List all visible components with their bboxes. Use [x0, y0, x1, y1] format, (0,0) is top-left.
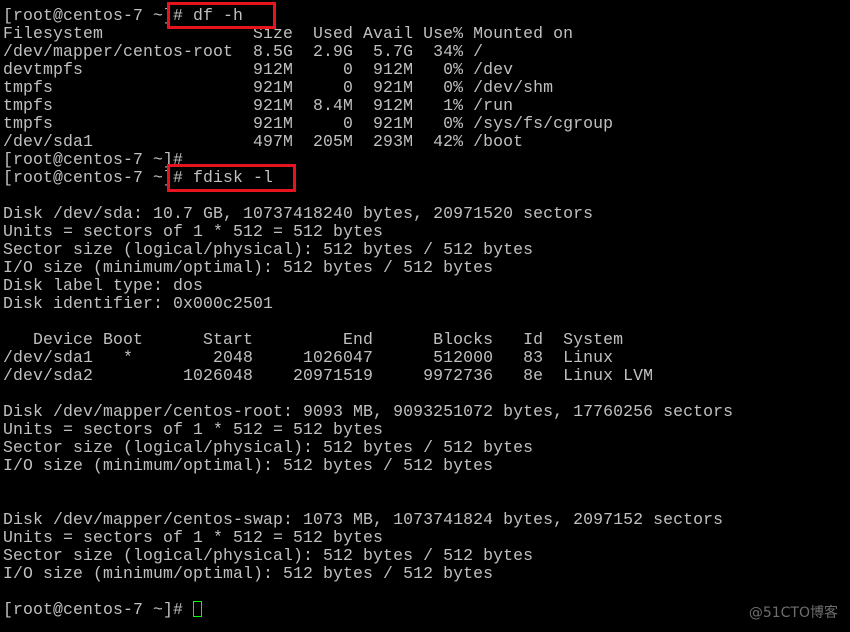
terminal-line: I/O size (minimum/optimal): 512 bytes / … — [3, 456, 494, 475]
terminal-line: [root@centos-7 ~]# — [3, 150, 184, 169]
terminal-line: I/O size (minimum/optimal): 512 bytes / … — [3, 258, 494, 277]
terminal-line: [root@centos-7 ~]# fdisk -l — [3, 168, 274, 187]
cursor-icon — [193, 601, 203, 617]
terminal-prompt-line[interactable]: [root@centos-7 ~]# — [3, 601, 733, 619]
terminal-line: Units = sectors of 1 * 512 = 512 bytes — [3, 222, 384, 241]
terminal-line: Disk /dev/sda: 10.7 GB, 10737418240 byte… — [3, 204, 594, 223]
terminal-line: /dev/sda1 497M 205M 293M 42% /boot — [3, 132, 524, 151]
highlight-box-fdisk-command — [167, 164, 296, 192]
terminal-line: devtmpfs 912M 0 912M 0% /dev — [3, 60, 514, 79]
terminal-line: tmpfs 921M 0 921M 0% /sys/fs/cgroup — [3, 114, 614, 133]
terminal-line: /dev/sda1 * 2048 1026047 512000 83 Linux — [3, 348, 614, 367]
terminal-line: Filesystem Size Used Avail Use% Mounted … — [3, 24, 574, 43]
terminal-output[interactable]: [root@centos-7 ~]# df -h Filesystem Size … — [3, 7, 733, 619]
terminal-line: tmpfs 921M 0 921M 0% /dev/shm — [3, 78, 554, 97]
terminal-line: /dev/sda2 1026048 20971519 9972736 8e Li… — [3, 366, 654, 385]
terminal-line: Units = sectors of 1 * 512 = 512 bytes — [3, 420, 384, 439]
terminal-line: tmpfs 921M 8.4M 912M 1% /run — [3, 96, 514, 115]
terminal-line: Units = sectors of 1 * 512 = 512 bytes — [3, 528, 384, 547]
terminal-line: Sector size (logical/physical): 512 byte… — [3, 438, 534, 457]
terminal-line: /dev/mapper/centos-root 8.5G 2.9G 5.7G 3… — [3, 42, 484, 61]
terminal-line: Disk label type: dos — [3, 276, 204, 295]
terminal-line: I/O size (minimum/optimal): 512 bytes / … — [3, 564, 494, 583]
terminal-line: Disk /dev/mapper/centos-swap: 1073 MB, 1… — [3, 510, 724, 529]
terminal-line: Disk /dev/mapper/centos-root: 9093 MB, 9… — [3, 402, 734, 421]
terminal-line: Sector size (logical/physical): 512 byte… — [3, 546, 534, 565]
highlight-box-df-command — [167, 2, 276, 29]
terminal-line: Sector size (logical/physical): 512 byte… — [3, 240, 534, 259]
watermark: @51CTO博客 — [748, 605, 838, 621]
terminal-line: Device Boot Start End Blocks Id System — [3, 330, 624, 349]
terminal-line: [root@centos-7 ~]# df -h — [3, 6, 244, 25]
terminal-line: Disk identifier: 0x000c2501 — [3, 294, 274, 313]
